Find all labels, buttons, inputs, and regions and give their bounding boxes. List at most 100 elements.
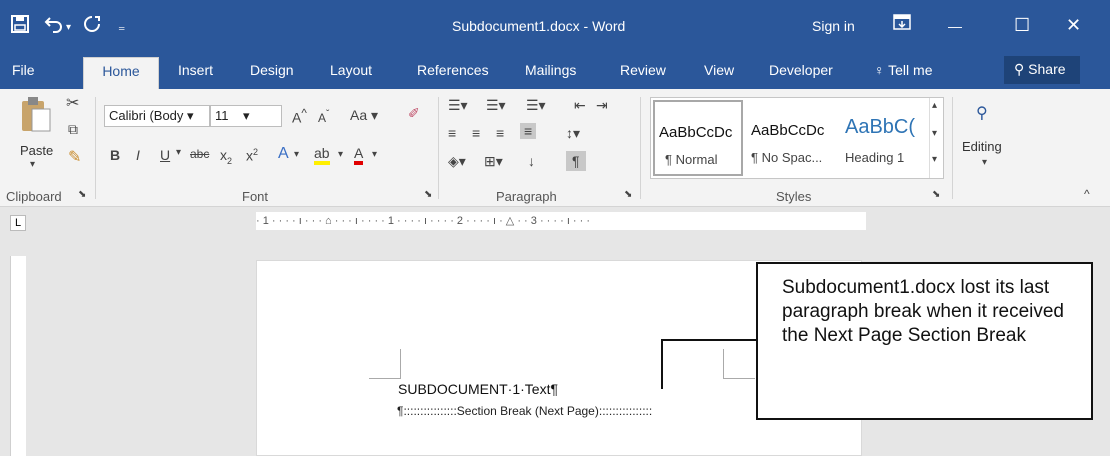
horizontal-ruler[interactable]: · 1 · · · · ı · · · ⌂ · · · ı · · · · 1 … bbox=[256, 212, 866, 230]
divider bbox=[438, 97, 439, 199]
styles-launcher-icon[interactable]: ⬊ bbox=[932, 189, 940, 200]
borders-icon[interactable]: ⊞▾ bbox=[484, 153, 503, 170]
editing-label: Editing bbox=[962, 139, 1002, 154]
ribbon-tabs: File Home Insert Design Layout Reference… bbox=[0, 53, 1110, 90]
style-normal[interactable]: AaBbCcDc ¶ Normal bbox=[653, 100, 743, 176]
style-no-spacing[interactable]: AaBbCcDc ¶ No Spac... bbox=[747, 100, 837, 176]
font-size-value: 11 bbox=[215, 108, 229, 123]
numbering-icon[interactable]: ☰▾ bbox=[486, 97, 506, 114]
paste-dropdown-icon[interactable]: ▾ bbox=[30, 159, 35, 170]
tab-selector[interactable]: L bbox=[10, 215, 26, 231]
share-button[interactable]: ⚲ Share bbox=[1004, 56, 1080, 84]
clipboard-launcher-icon[interactable]: ⬊ bbox=[78, 189, 86, 200]
font-size-select[interactable]: 11 ▾ bbox=[210, 105, 282, 127]
tab-insert[interactable]: Insert bbox=[178, 62, 213, 78]
change-case-label: Aa bbox=[350, 107, 368, 123]
style-heading-1-sample: AaBbC( bbox=[845, 116, 916, 138]
format-painter-icon[interactable]: ✎ bbox=[68, 147, 81, 167]
text-effects-icon[interactable]: A bbox=[278, 145, 289, 163]
bullets-icon[interactable]: ☰▾ bbox=[448, 97, 468, 114]
person-icon: ⚲ bbox=[1014, 61, 1025, 77]
tab-mailings[interactable]: Mailings bbox=[525, 62, 576, 78]
font-color-dropdown-icon[interactable]: ▾ bbox=[372, 149, 377, 160]
style-heading-1[interactable]: AaBbC( Heading 1 bbox=[841, 100, 931, 176]
grow-font-icon[interactable]: A^ bbox=[292, 107, 307, 126]
styles-scroll-up-icon[interactable]: ▴ bbox=[932, 100, 937, 111]
tab-file[interactable]: File bbox=[12, 62, 35, 78]
paste-button[interactable]: Paste bbox=[20, 143, 53, 158]
tab-review[interactable]: Review bbox=[620, 62, 666, 78]
paragraph-launcher-icon[interactable]: ⬊ bbox=[624, 189, 632, 200]
tell-me-box[interactable]: ♀ Tell me bbox=[874, 62, 933, 78]
sign-in-link[interactable]: Sign in bbox=[812, 18, 855, 34]
section-break-marker[interactable]: ¶::::::::::::::::Section Break (Next Pag… bbox=[397, 404, 652, 418]
undo-icon[interactable] bbox=[44, 14, 64, 38]
change-case-button[interactable]: Aa ▾ bbox=[350, 107, 378, 124]
close-button[interactable]: ✕ bbox=[1066, 15, 1081, 35]
shading-icon[interactable]: ◈▾ bbox=[448, 153, 466, 170]
increase-indent-icon[interactable]: ⇥ bbox=[596, 97, 608, 114]
copy-icon[interactable]: ⧉ bbox=[68, 121, 78, 138]
save-icon[interactable] bbox=[10, 14, 30, 38]
undo-dropdown-icon[interactable]: ▾ bbox=[66, 18, 71, 38]
text-effects-dropdown-icon[interactable]: ▾ bbox=[294, 149, 299, 160]
justify-icon[interactable]: ≡ bbox=[520, 123, 537, 139]
paste-icon[interactable] bbox=[20, 95, 52, 135]
style-normal-sample: AaBbCcDc bbox=[659, 124, 733, 141]
style-no-spacing-sample: AaBbCcDc bbox=[751, 122, 825, 139]
style-normal-name: ¶ Normal bbox=[665, 152, 718, 167]
strikethrough-icon[interactable]: abc bbox=[190, 147, 209, 161]
styles-gallery: AaBbCcDc ¶ Normal AaBbCcDc ¶ No Spac... … bbox=[650, 97, 944, 179]
highlight-dropdown-icon[interactable]: ▾ bbox=[338, 149, 343, 160]
crop-mark-left bbox=[369, 349, 401, 379]
tab-home[interactable]: Home bbox=[83, 57, 159, 90]
underline-icon[interactable]: U bbox=[160, 147, 170, 163]
styles-more-icon[interactable]: ▾ bbox=[932, 154, 937, 165]
styles-scroll[interactable]: ▴ ▾ ▾ bbox=[929, 98, 943, 178]
multilevel-list-icon[interactable]: ☰▾ bbox=[526, 97, 546, 114]
tab-references[interactable]: References bbox=[417, 62, 489, 78]
show-formatting-icon[interactable]: ¶ bbox=[566, 151, 586, 171]
italic-icon[interactable]: I bbox=[136, 147, 140, 163]
collapse-ribbon-icon[interactable]: ^ bbox=[1084, 187, 1090, 201]
tab-view[interactable]: View bbox=[704, 62, 734, 78]
magnifier-icon: ⚲ bbox=[976, 105, 988, 122]
highlight-icon[interactable]: ab bbox=[314, 145, 330, 165]
cut-icon[interactable]: ✂ bbox=[66, 93, 79, 113]
callout-leader-line bbox=[661, 339, 757, 389]
underline-dropdown-icon[interactable]: ▾ bbox=[176, 147, 181, 158]
minimize-button[interactable]: — bbox=[948, 16, 962, 36]
divider bbox=[640, 97, 641, 199]
tell-me-label: Tell me bbox=[888, 62, 933, 78]
font-launcher-icon[interactable]: ⬊ bbox=[424, 189, 432, 200]
quick-access-customize-icon[interactable]: ₌ bbox=[118, 16, 125, 36]
sort-icon[interactable]: ↓ bbox=[528, 153, 535, 169]
bold-icon[interactable]: B bbox=[110, 147, 120, 163]
align-left-icon[interactable]: ≡ bbox=[448, 125, 456, 141]
decrease-indent-icon[interactable]: ⇤ bbox=[574, 97, 586, 114]
styles-scroll-down-icon[interactable]: ▾ bbox=[932, 128, 937, 139]
tab-design[interactable]: Design bbox=[250, 62, 294, 78]
style-heading-1-name: Heading 1 bbox=[845, 150, 905, 165]
styles-group-label: Styles bbox=[776, 189, 812, 204]
align-right-icon[interactable]: ≡ bbox=[496, 125, 504, 141]
shrink-font-icon[interactable]: Aˇ bbox=[318, 109, 329, 125]
tab-developer[interactable]: Developer bbox=[769, 62, 833, 78]
redo-icon[interactable] bbox=[82, 14, 102, 38]
ribbon-display-options-icon[interactable] bbox=[893, 14, 911, 34]
superscript-icon[interactable]: x2 bbox=[246, 147, 258, 164]
lightbulb-icon: ♀ bbox=[874, 62, 885, 78]
line-spacing-icon[interactable]: ↕▾ bbox=[566, 125, 580, 142]
align-center-icon[interactable]: ≡ bbox=[472, 125, 480, 141]
clipboard-group-label: Clipboard bbox=[6, 189, 62, 204]
callout-box: Subdocument1.docx lost its last paragrap… bbox=[756, 262, 1093, 420]
font-color-icon[interactable]: A bbox=[354, 145, 364, 165]
document-text[interactable]: SUBDOCUMENT·1·Text¶ bbox=[398, 381, 558, 397]
subscript-icon[interactable]: x2 bbox=[220, 147, 232, 166]
editing-button[interactable]: ⚲ Editing ▾ bbox=[962, 97, 1012, 177]
paragraph-group-label: Paragraph bbox=[496, 189, 557, 204]
font-family-select[interactable]: Calibri (Body ▾ bbox=[104, 105, 210, 127]
maximize-button[interactable]: ☐ bbox=[1014, 15, 1030, 35]
clear-formatting-icon[interactable]: ✐ bbox=[408, 105, 420, 122]
tab-layout[interactable]: Layout bbox=[330, 62, 372, 78]
